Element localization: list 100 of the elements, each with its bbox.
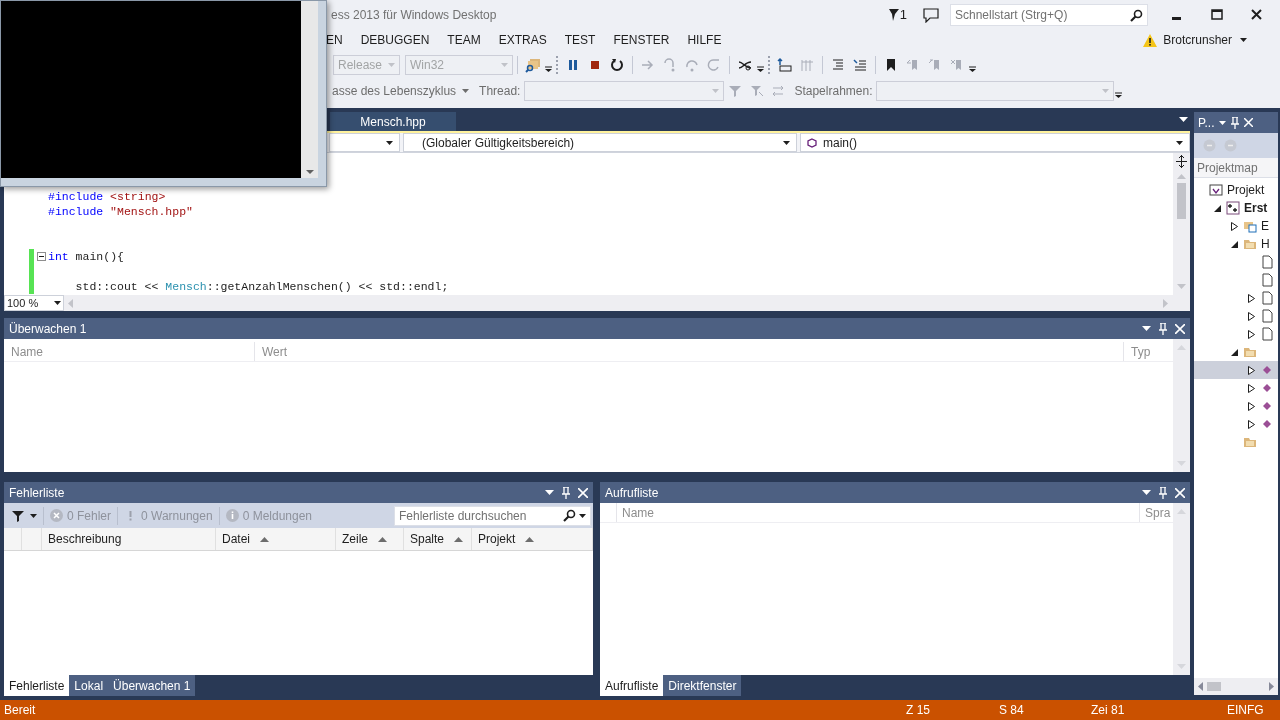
comment-icon[interactable] [852, 57, 868, 73]
member-dropdown[interactable]: main() [800, 133, 1190, 152]
menu-item[interactable]: HILFE [687, 31, 722, 49]
pin-icon[interactable] [562, 486, 570, 499]
scroll-right-icon [1163, 298, 1168, 308]
collapsed-arrow-icon[interactable] [1248, 401, 1255, 411]
status-message: Bereit [3, 702, 37, 719]
panel-title: P... [1198, 114, 1215, 132]
notification-flag-icon[interactable] [888, 9, 899, 21]
caret-icon[interactable] [1240, 38, 1247, 42]
project-icon [1226, 201, 1240, 215]
scroll-thumb[interactable] [1177, 183, 1186, 219]
expanded-arrow-icon[interactable] [1231, 240, 1238, 248]
warning-icon[interactable] [1143, 33, 1158, 47]
column-header[interactable]: Datei [216, 528, 336, 550]
scroll-thumb[interactable] [1207, 682, 1221, 691]
tree-item[interactable]: H [1194, 235, 1278, 253]
filter-icon[interactable] [12, 509, 24, 522]
user-name[interactable]: Brotcrunsher [1163, 31, 1232, 49]
close-icon[interactable] [578, 487, 588, 498]
dropdown-icon[interactable] [545, 490, 554, 495]
file-icon [1260, 291, 1274, 305]
collapsed-arrow-icon[interactable] [1248, 383, 1255, 393]
pin-icon[interactable] [1159, 486, 1167, 499]
dropdown-icon[interactable] [1219, 120, 1227, 125]
pin-icon[interactable] [1231, 116, 1240, 129]
horizontal-scrollbar[interactable] [1194, 678, 1278, 695]
feedback-icon[interactable] [923, 7, 939, 23]
expanded-arrow-icon[interactable] [1214, 204, 1221, 212]
status-char: Zei 81 [1091, 703, 1125, 717]
scroll-down-icon [1177, 664, 1186, 669]
column-header[interactable]: Beschreibung [42, 528, 216, 550]
collapsed-arrow-icon[interactable] [1231, 221, 1238, 231]
indent-icon[interactable] [830, 57, 846, 73]
panel-tab[interactable]: Fehlerliste [4, 675, 70, 696]
document-tab[interactable]: Mensch.hpp [330, 112, 456, 131]
panel-tab[interactable]: Direktfenster [663, 675, 742, 696]
scroll-left-icon [1198, 682, 1203, 691]
search-icon [563, 509, 576, 522]
column-header[interactable]: Spalte [404, 528, 472, 550]
scroll-down-icon [305, 170, 314, 174]
panel-title: Fehlerliste [9, 484, 66, 502]
caret-icon [501, 63, 508, 67]
tree-label: Erst [1244, 200, 1268, 217]
menu-item[interactable]: TEST [564, 31, 596, 49]
collapsed-arrow-icon[interactable] [1248, 419, 1255, 429]
toolbar-label: Stapelrahmen: [793, 83, 874, 100]
menu-item[interactable]: DEBUGGEN [360, 31, 430, 49]
close-icon[interactable] [1175, 487, 1185, 498]
close-icon[interactable] [1244, 118, 1254, 127]
search-field[interactable]: Projektmap [1194, 158, 1278, 178]
close-icon[interactable] [1175, 323, 1185, 334]
caret-icon [783, 140, 790, 145]
panel-tab[interactable]: Lokal [69, 675, 109, 696]
dropdown-icon[interactable] [1142, 490, 1151, 495]
file-icon [1260, 327, 1274, 341]
caret-icon [462, 89, 470, 93]
scope-dropdown[interactable]: (Globaler Gültigkeitsbereich) [403, 133, 797, 152]
stack-frame-icon[interactable] [777, 57, 793, 73]
column-header[interactable]: Name [616, 503, 1139, 522]
scrollbar[interactable] [1173, 503, 1190, 675]
restart-icon[interactable] [609, 57, 625, 73]
menu-item[interactable]: EN [326, 31, 343, 49]
column-header[interactable]: Projekt [472, 528, 593, 550]
menu-item[interactable]: EXTRAS [498, 31, 547, 49]
panel-tab[interactable]: Aufrufliste [600, 675, 664, 696]
scroll-right-icon [1269, 682, 1274, 691]
notification-count[interactable]: 1 [899, 5, 907, 25]
tree-item[interactable]: Projekt [1194, 181, 1278, 199]
tree-label: Projekt [1227, 182, 1265, 199]
folder-icon [1243, 435, 1257, 449]
collapsed-arrow-icon[interactable] [1248, 311, 1255, 321]
pin-icon[interactable] [1159, 322, 1167, 335]
quick-launch-field[interactable]: Schnellstart (Strg+Q) [950, 4, 1148, 26]
caret-icon[interactable] [30, 513, 37, 518]
split-icon[interactable] [1175, 155, 1188, 168]
tab-list-icon[interactable] [1179, 117, 1188, 123]
collapsed-arrow-icon[interactable] [1248, 329, 1255, 339]
scrollbar[interactable] [1173, 153, 1190, 295]
folder-search-icon[interactable] [525, 57, 541, 73]
status-line: Z 15 [906, 703, 930, 717]
search-field[interactable]: Fehlerliste durchsuchen [394, 505, 591, 526]
scrollbar[interactable] [1173, 339, 1190, 472]
collapsed-arrow-icon[interactable] [1248, 293, 1255, 303]
dropdown-icon[interactable] [1142, 326, 1151, 331]
scrollbar[interactable] [301, 1, 318, 178]
expanded-arrow-icon[interactable] [1231, 348, 1238, 356]
column-header[interactable]: Zeile [336, 528, 404, 550]
panel-tab[interactable]: Überwachen 1 [108, 675, 196, 696]
tree-item[interactable]: E [1194, 217, 1278, 235]
column-header[interactable]: Name [4, 342, 254, 361]
lifecycle-dropdown[interactable]: asse des Lebenszyklus [332, 80, 476, 102]
info-icon [225, 509, 239, 522]
collapse-icon[interactable] [37, 252, 46, 261]
tree-item[interactable]: Erst [1194, 199, 1278, 217]
menu-item[interactable]: TEAM [447, 31, 481, 49]
column-header[interactable]: Wert [254, 342, 1123, 361]
zoom-dropdown[interactable]: 100 % [4, 295, 64, 311]
collapsed-arrow-icon[interactable] [1248, 365, 1255, 375]
menu-item[interactable]: FENSTER [613, 31, 670, 49]
